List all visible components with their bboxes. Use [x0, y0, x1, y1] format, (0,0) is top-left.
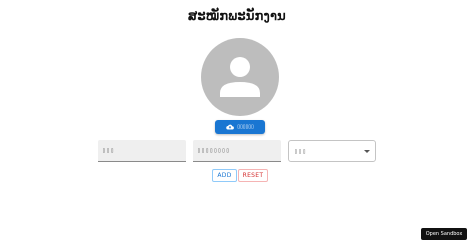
first-name-field-label: ▯▯▯: [102, 147, 115, 154]
first-name-field[interactable]: ▯▯▯: [98, 140, 186, 162]
upload-button[interactable]: ▯▯▯▯▯▯: [215, 120, 265, 134]
add-button[interactable]: ADD: [212, 169, 237, 182]
person-icon: [220, 57, 260, 97]
avatar: [201, 38, 279, 116]
last-name-field[interactable]: ▯▯▯▯▯▯▯▯: [193, 140, 281, 162]
position-select[interactable]: ▯▯▯: [288, 140, 376, 162]
page-title: ສະໝັກພະນັກງານ: [188, 9, 286, 24]
cloud-upload-icon: [226, 124, 235, 130]
position-select-label: ▯▯▯: [294, 148, 307, 155]
upload-button-label: ▯▯▯▯▯▯: [237, 124, 254, 130]
reset-button[interactable]: RESET: [238, 169, 268, 182]
last-name-field-label: ▯▯▯▯▯▯▯▯: [197, 147, 230, 154]
chevron-down-icon: [364, 150, 370, 153]
open-sandbox-button[interactable]: Open Sandbox: [421, 228, 467, 240]
